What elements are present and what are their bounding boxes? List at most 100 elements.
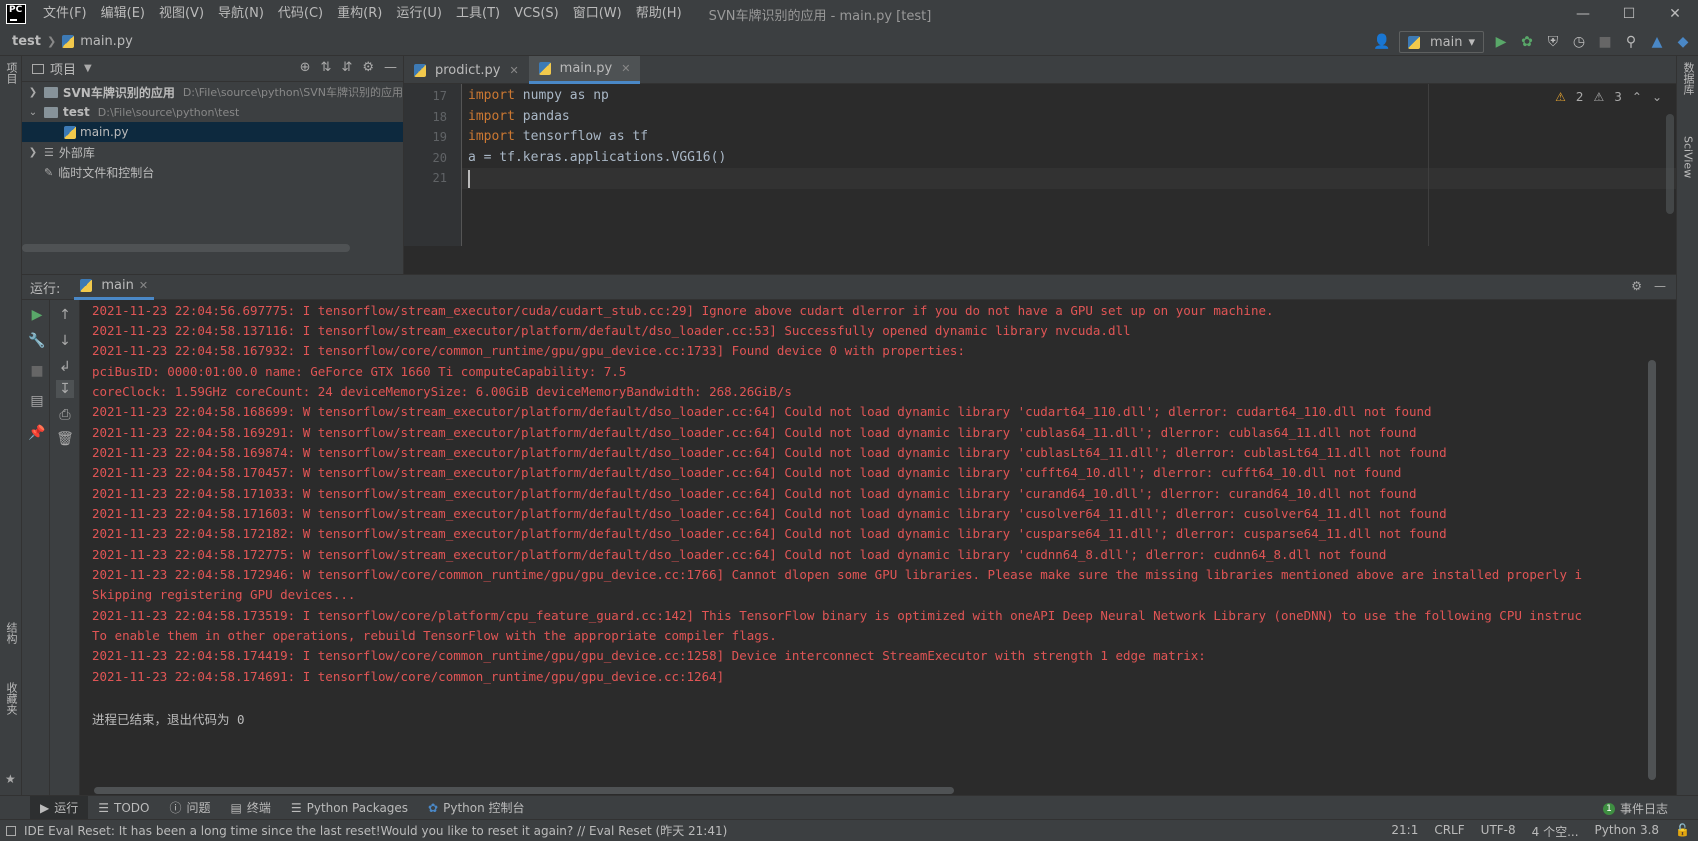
- menu-edit[interactable]: 编辑(E): [94, 0, 152, 28]
- plugin-icon[interactable]: ◆: [1674, 33, 1692, 51]
- user-icon[interactable]: 👤: [1373, 33, 1391, 51]
- tab-prodict-py[interactable]: prodict.py ✕: [404, 56, 529, 84]
- search-icon[interactable]: ⚲: [1622, 33, 1640, 51]
- vertical-scrollbar[interactable]: [1666, 114, 1674, 214]
- arrow-down-icon[interactable]: ↓: [56, 332, 74, 350]
- tool-tab-python-packages[interactable]: ☰ Python Packages: [281, 796, 418, 820]
- maximize-button[interactable]: ☐: [1606, 0, 1652, 28]
- inspection-widget[interactable]: ⚠ 2 ⚠ 3 ⌃ ⌄: [1555, 90, 1662, 104]
- lock-icon[interactable]: 🔓: [1675, 823, 1690, 840]
- horizontal-scrollbar[interactable]: [22, 244, 350, 252]
- tool-tab-python-console[interactable]: ✿ Python 控制台: [418, 796, 534, 820]
- tool-tab-terminal[interactable]: ▤ 终端: [221, 796, 281, 820]
- gear-icon[interactable]: ⚙: [362, 60, 374, 75]
- hide-icon[interactable]: —: [1654, 279, 1666, 293]
- file-encoding[interactable]: UTF-8: [1481, 823, 1516, 840]
- event-log-button[interactable]: 1 事件日志: [1602, 800, 1668, 817]
- coverage-icon[interactable]: ⛨: [1544, 33, 1562, 51]
- close-icon[interactable]: ✕: [509, 64, 518, 77]
- debug-icon[interactable]: ✿: [1518, 33, 1536, 51]
- vertical-scrollbar[interactable]: [1648, 360, 1656, 780]
- tree-item-path: D:\File\source\python\SVN车牌识别的应用: [182, 86, 403, 99]
- run-configuration-select[interactable]: main ▾: [1398, 31, 1484, 53]
- tree-item-test[interactable]: ⌄ test D:\File\source\python\test: [22, 102, 403, 122]
- chevron-down-icon[interactable]: ▼: [84, 63, 92, 74]
- favorites-tool-tab[interactable]: 收藏夹: [2, 682, 20, 715]
- scroll-to-end-icon[interactable]: ↧: [56, 380, 74, 398]
- chevron-down-icon[interactable]: ⌄: [1652, 90, 1662, 104]
- menu-run[interactable]: 运行(U): [389, 0, 449, 28]
- tab-label: prodict.py: [435, 62, 501, 78]
- wrench-icon[interactable]: 🔧: [28, 332, 46, 350]
- project-tool-tab[interactable]: 项目: [2, 62, 20, 84]
- update-icon[interactable]: ▲: [1648, 33, 1666, 51]
- chevron-up-icon[interactable]: ⌃: [1632, 90, 1642, 104]
- terminal-icon: ▤: [230, 800, 242, 815]
- tree-item-main-py[interactable]: main.py: [22, 122, 403, 142]
- python-interpreter[interactable]: Python 3.8: [1595, 823, 1660, 840]
- hide-icon[interactable]: —: [384, 60, 397, 75]
- rerun-icon[interactable]: ▶: [28, 306, 46, 324]
- tree-item-scratches[interactable]: ✎ 临时文件和控制台: [22, 162, 403, 182]
- menu-window[interactable]: 窗口(W): [566, 0, 629, 28]
- profile-icon[interactable]: ◷: [1570, 33, 1588, 51]
- collapse-all-icon[interactable]: ⇵: [341, 60, 352, 75]
- menu-help[interactable]: 帮助(H): [629, 0, 689, 28]
- database-tool-tab[interactable]: 数据库: [1679, 62, 1697, 95]
- left-tool-strip: 项目 结构 收藏夹 ★: [0, 56, 22, 816]
- layout-toggle-icon[interactable]: [6, 825, 16, 836]
- caret-position[interactable]: 21:1: [1391, 823, 1418, 840]
- close-icon[interactable]: ✕: [621, 62, 630, 75]
- breadcrumb-project[interactable]: test: [12, 34, 41, 49]
- gear-icon[interactable]: ⚙: [1631, 279, 1642, 293]
- print-icon[interactable]: ⎙: [56, 406, 74, 424]
- menu-vcs[interactable]: VCS(S): [507, 0, 566, 28]
- structure-tool-tab[interactable]: 结构: [2, 622, 20, 644]
- trash-icon[interactable]: 🗑: [56, 430, 74, 448]
- run-icon[interactable]: ▶: [1492, 33, 1510, 51]
- minimize-button[interactable]: —: [1560, 0, 1606, 28]
- folder-icon: [43, 86, 58, 98]
- tool-tab-todo[interactable]: ☰ TODO: [88, 796, 159, 820]
- close-button[interactable]: ✕: [1652, 0, 1698, 28]
- tool-tab-run[interactable]: ▶ 运行: [30, 795, 89, 820]
- expand-all-icon[interactable]: ⇅: [321, 60, 332, 75]
- chevron-right-icon[interactable]: ❯: [26, 87, 40, 98]
- tree-item-name: 临时文件和控制台: [58, 165, 155, 180]
- menu-view[interactable]: 视图(V): [152, 0, 211, 28]
- menu-navigate[interactable]: 导航(N): [211, 0, 271, 28]
- layers-icon: ☰: [290, 800, 302, 815]
- tab-main-py[interactable]: main.py ✕: [528, 56, 641, 84]
- tree-item-external-libraries[interactable]: ❯ ☰ 外部库: [22, 142, 403, 162]
- tool-tab-problems[interactable]: ⓘ 问题: [159, 796, 220, 820]
- arrow-up-icon[interactable]: ↑: [56, 306, 74, 324]
- chevron-right-icon[interactable]: ❯: [26, 147, 40, 158]
- menu-refactor[interactable]: 重构(R): [330, 0, 389, 28]
- run-tab-main[interactable]: main ✕: [74, 274, 155, 300]
- star-icon: ★: [5, 772, 16, 786]
- menu-code[interactable]: 代码(C): [271, 0, 330, 28]
- line-separator[interactable]: CRLF: [1434, 823, 1464, 840]
- menu-file[interactable]: 文件(F): [36, 0, 94, 28]
- indent-setting[interactable]: 4 个空...: [1532, 823, 1579, 840]
- run-panel-tools: ⚙ —: [1631, 279, 1666, 293]
- locate-icon[interactable]: ⊕: [300, 60, 311, 75]
- console-output[interactable]: 2021-11-23 22:04:56.697775: I tensorflow…: [80, 300, 1660, 795]
- close-icon[interactable]: ✕: [139, 279, 148, 292]
- pin-icon[interactable]: 📌: [28, 424, 46, 442]
- code-line: import tensorflow as tf: [468, 129, 648, 144]
- layout-icon[interactable]: ▤: [28, 392, 46, 410]
- breadcrumb-file[interactable]: main.py: [80, 34, 133, 49]
- chevron-down-icon[interactable]: ⌄: [26, 107, 40, 118]
- menu-tools[interactable]: 工具(T): [449, 0, 507, 28]
- soft-wrap-icon[interactable]: ↲: [56, 358, 74, 376]
- project-panel-title[interactable]: 项目: [50, 59, 76, 78]
- sciview-tool-tab[interactable]: SciView: [1679, 136, 1697, 178]
- stop-icon[interactable]: ■: [1596, 33, 1614, 51]
- console-line: 2021-11-23 22:04:58.169291: W tensorflow…: [92, 425, 1417, 440]
- stop-icon[interactable]: ■: [28, 362, 46, 380]
- status-message[interactable]: IDE Eval Reset: It has been a long time …: [24, 822, 727, 839]
- horizontal-scrollbar[interactable]: [94, 787, 954, 794]
- tree-item-svn-project[interactable]: ❯ SVN车牌识别的应用 D:\File\source\python\SVN车牌…: [22, 82, 403, 102]
- code-editor[interactable]: 17 18 19 20 21 import numpy as np import…: [404, 84, 1676, 246]
